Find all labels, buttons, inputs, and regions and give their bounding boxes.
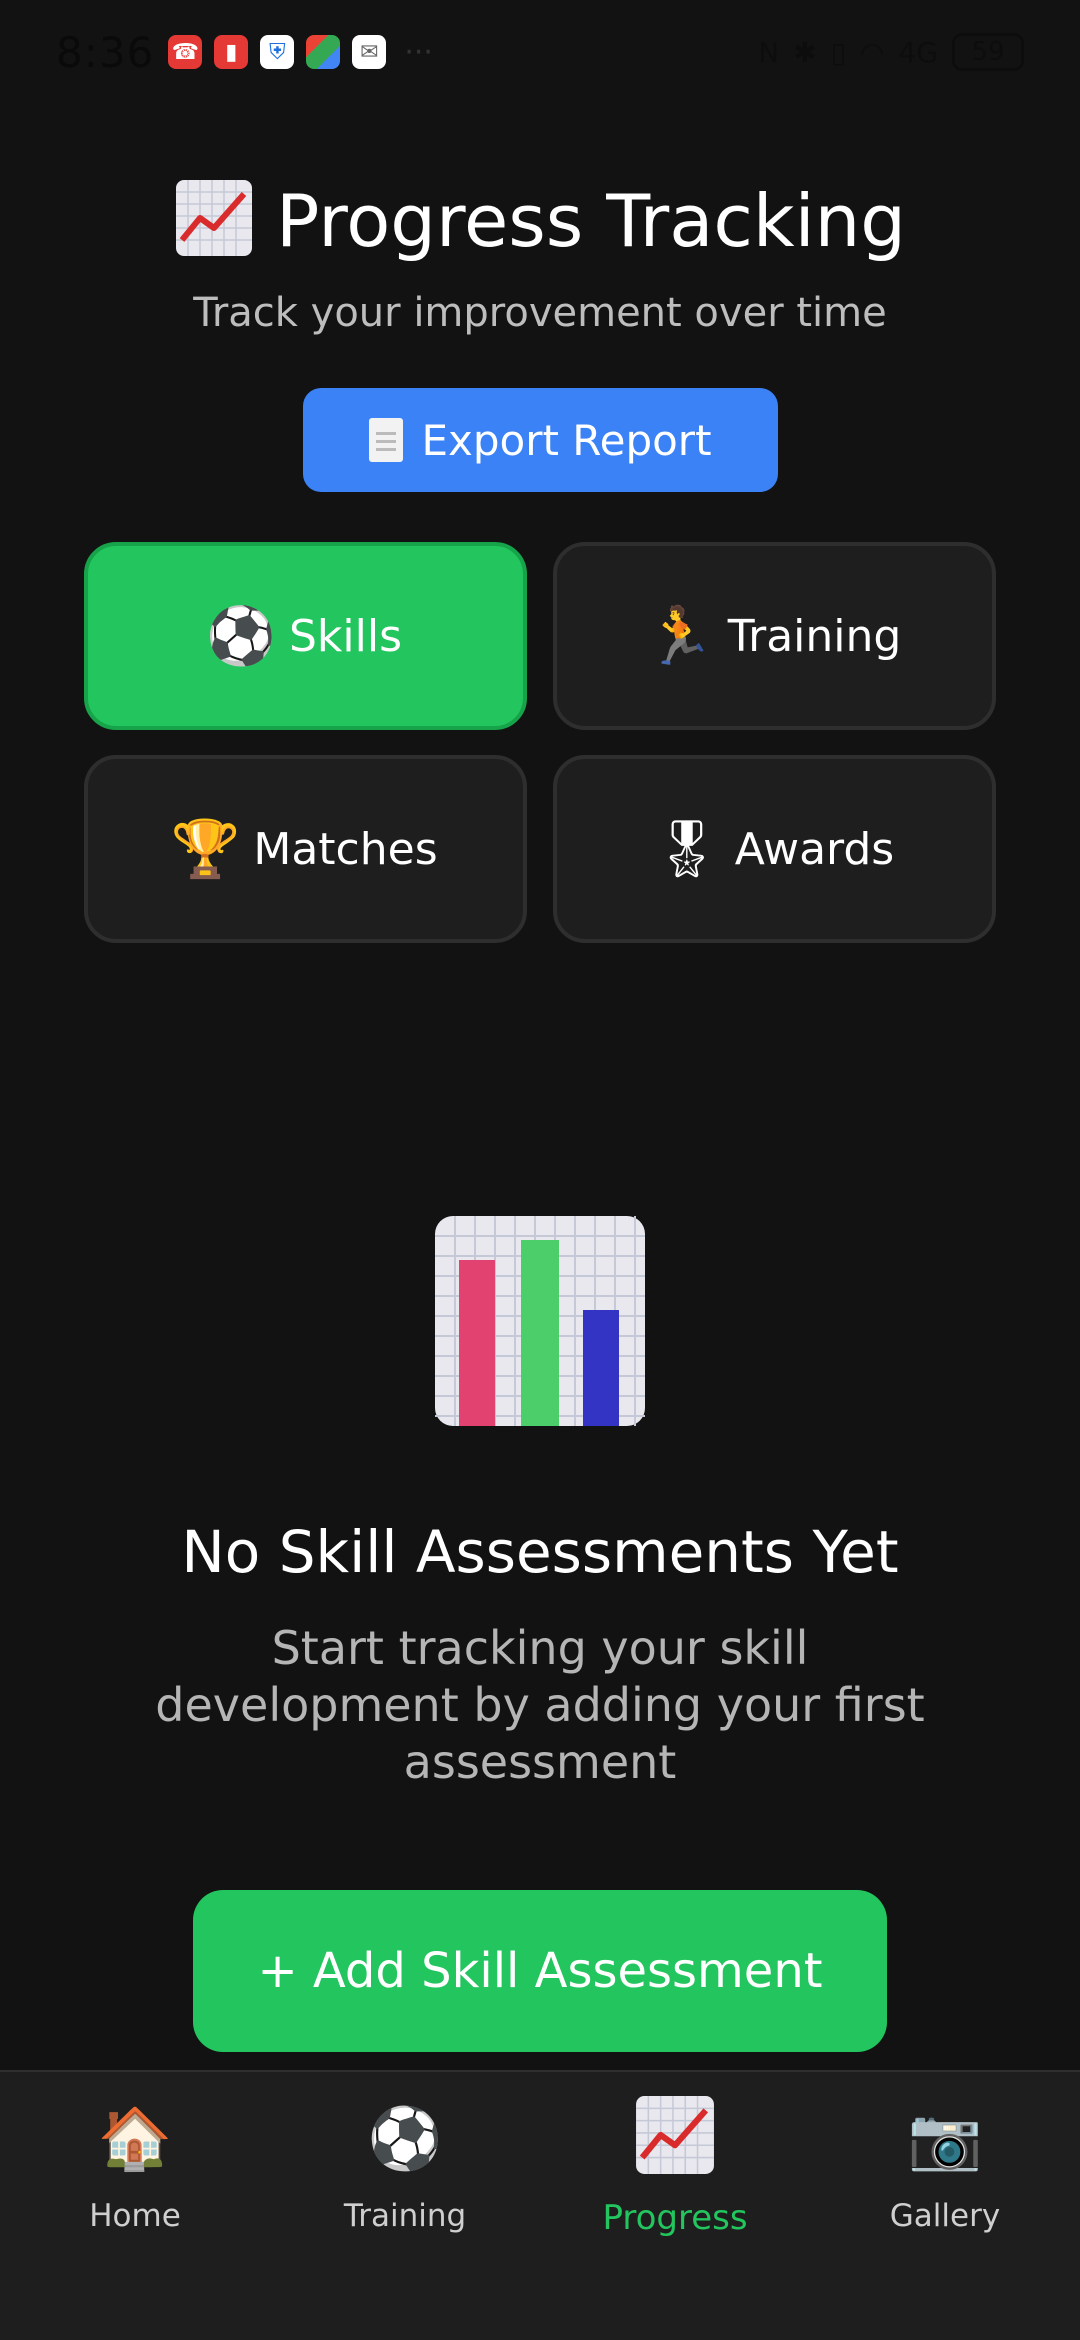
tab-awards-label: Awards bbox=[734, 823, 895, 875]
tab-training-label: Training bbox=[727, 610, 902, 662]
status-app-icons: ☎ ▮ ⛨ ✉ ··· bbox=[168, 35, 433, 70]
tab-awards[interactable]: 🎖 Awards bbox=[553, 755, 996, 943]
page-title-text: Progress Tracking bbox=[276, 179, 906, 263]
camera-icon: 📷 bbox=[907, 2103, 983, 2174]
more-notifications-icon: ··· bbox=[404, 34, 433, 70]
phone-app-icon: ☎ bbox=[168, 35, 203, 69]
page-title: Progress Tracking bbox=[0, 178, 1080, 263]
page-subtitle: Track your improvement over time bbox=[193, 290, 887, 336]
nav-home-label: Home bbox=[89, 2198, 181, 2234]
soccer-ball-icon: ⚽ bbox=[367, 2103, 443, 2174]
shield-app-icon: ⛨ bbox=[260, 35, 295, 69]
nav-item-progress[interactable]: Progress bbox=[540, 2096, 810, 2302]
bar-chart-icon bbox=[435, 1216, 645, 1426]
empty-state-title: No Skill Assessments Yet bbox=[181, 1518, 899, 1586]
bluetooth-icon: ✱ bbox=[793, 35, 817, 69]
nav-item-gallery[interactable]: 📷 Gallery bbox=[810, 2102, 1080, 2302]
nfc-icon: N bbox=[758, 35, 780, 69]
nav-item-home[interactable]: 🏠 Home bbox=[0, 2102, 270, 2302]
vibrate-icon: ▯ bbox=[830, 35, 847, 69]
trend-chart-icon bbox=[176, 180, 253, 256]
tab-training[interactable]: 🏃 Training bbox=[553, 542, 996, 730]
bottom-navigation: 🏠 Home ⚽ Training Progress 📷 Gallery bbox=[0, 2070, 1080, 2340]
cellular-signal-icon: 4G bbox=[898, 35, 938, 69]
house-icon: 🏠 bbox=[97, 2103, 173, 2174]
nav-progress-label: Progress bbox=[602, 2198, 748, 2238]
add-skill-assessment-button[interactable]: + Add Skill Assessment bbox=[193, 1890, 887, 2052]
runner-icon: 🏃 bbox=[644, 604, 715, 669]
puzzle-app-icon bbox=[306, 35, 341, 69]
export-report-button[interactable]: Export Report bbox=[303, 388, 778, 492]
battery-level: 59 bbox=[971, 37, 1005, 67]
status-indicators: N ✱ ▯ ◠ 4G 59 bbox=[758, 33, 1024, 71]
tab-skills[interactable]: ⚽ Skills bbox=[84, 542, 527, 730]
empty-state-description: Start tracking your skill development by… bbox=[155, 1621, 925, 1789]
status-bar: 8:36 ☎ ▮ ⛨ ✉ ··· N ✱ ▯ ◠ 4G 59 bbox=[0, 0, 1080, 104]
app-root: 8:36 ☎ ▮ ⛨ ✉ ··· N ✱ ▯ ◠ 4G 59 Progress … bbox=[0, 0, 1080, 2340]
mail-app-icon: ✉ bbox=[352, 35, 387, 69]
trend-chart-icon bbox=[636, 2096, 714, 2174]
nav-item-training[interactable]: ⚽ Training bbox=[270, 2102, 540, 2302]
trophy-icon: 🏆 bbox=[170, 817, 241, 882]
nav-training-label: Training bbox=[343, 2198, 467, 2234]
document-icon bbox=[369, 418, 404, 462]
status-time: 8:36 bbox=[56, 27, 155, 77]
export-report-label: Export Report bbox=[421, 415, 712, 465]
tab-matches[interactable]: 🏆 Matches bbox=[84, 755, 527, 943]
tab-skills-label: Skills bbox=[288, 610, 402, 662]
medal-icon: 🎖 bbox=[651, 817, 723, 882]
nav-gallery-label: Gallery bbox=[889, 2198, 1001, 2234]
battery-icon: 59 bbox=[952, 33, 1024, 71]
soccer-ball-icon: ⚽ bbox=[206, 604, 276, 669]
wifi-icon: ◠ bbox=[860, 35, 885, 69]
book-app-icon: ▮ bbox=[214, 35, 249, 69]
tab-matches-label: Matches bbox=[253, 823, 438, 875]
